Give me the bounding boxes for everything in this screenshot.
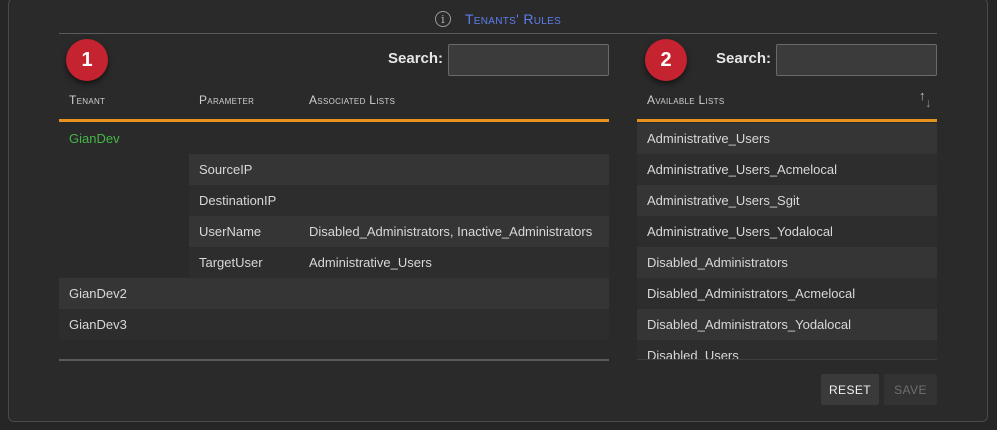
table-row[interactable]: DestinationIP — [189, 185, 609, 216]
column-header-associated-lists[interactable]: Associated Lists — [309, 93, 395, 107]
list-item-label: Disabled_Administrators_Yodalocal — [647, 317, 852, 332]
column-header-tenant[interactable]: Tenant — [69, 93, 105, 107]
parameter-cell: DestinationIP — [199, 193, 277, 208]
tenant-cell: GianDev2 — [69, 286, 127, 301]
page-title: Tenants' Rules — [464, 10, 562, 27]
list-item-label: Administrative_Users_Acmelocal — [647, 162, 838, 177]
list-item[interactable]: Disabled_Users — [637, 340, 937, 359]
list-bottom-border — [637, 359, 937, 360]
save-button[interactable]: Save — [884, 374, 937, 405]
list-item-label: Disabled_Administrators — [647, 255, 788, 270]
list-item-label: Administrative_Users_Yodalocal — [647, 224, 833, 239]
list-item[interactable]: Administrative_Users_Yodalocal — [637, 216, 937, 247]
column-header-available-lists[interactable]: Available Lists — [647, 93, 725, 107]
available-lists: Administrative_Users Administrative_Users… — [637, 122, 937, 359]
associated-lists-cell: Disabled_Administrators, Inactive_Admini… — [309, 224, 593, 239]
table-row[interactable]: GianDev — [59, 123, 609, 154]
panel-header: i Tenants' Rules — [59, 4, 937, 34]
list-item-label: Administrative_Users_Sgit — [647, 193, 800, 208]
step-badge-1: 1 — [66, 39, 108, 81]
list-item-label: Disabled_Users — [647, 348, 739, 359]
table-row[interactable]: SourceIP — [189, 154, 609, 185]
list-item[interactable]: Disabled_Administrators — [637, 247, 937, 278]
tenant-cell: GianDev3 — [69, 317, 127, 332]
sort-ascending-icon[interactable]: ↑ ↓ — [918, 88, 934, 110]
tenant-cell: GianDev — [69, 131, 120, 146]
table-bottom-border — [59, 359, 609, 361]
parameter-cell: UserName — [199, 224, 262, 239]
list-item[interactable]: Disabled_Administrators_Yodalocal — [637, 309, 937, 340]
table-row[interactable]: UserName Disabled_Administrators, Inactiv… — [189, 216, 609, 247]
associated-lists-cell: Administrative_Users — [309, 255, 432, 270]
list-item-label: Administrative_Users — [647, 131, 770, 146]
list-item[interactable]: Administrative_Users_Acmelocal — [637, 154, 937, 185]
reset-button[interactable]: Reset — [821, 374, 879, 405]
tenant-search-label: Search: — [388, 50, 444, 67]
parameter-cell: TargetUser — [199, 255, 263, 270]
table-row[interactable]: TargetUser Administrative_Users — [189, 247, 609, 278]
table-row[interactable]: GianDev3 — [59, 309, 609, 340]
step-badge-2: 2 — [645, 39, 687, 81]
table-row[interactable]: GianDev2 — [59, 278, 609, 309]
lists-search-input[interactable] — [776, 44, 937, 76]
list-item-label: Disabled_Administrators_Acmelocal — [647, 286, 856, 301]
parameter-cell: SourceIP — [199, 162, 253, 177]
column-header-parameter[interactable]: Parameter — [199, 93, 254, 107]
table-header-divider — [59, 119, 609, 122]
tenant-search-input[interactable] — [448, 44, 609, 76]
lists-search-label: Search: — [716, 50, 772, 67]
list-item[interactable]: Administrative_Users_Sgit — [637, 185, 937, 216]
list-item[interactable]: Disabled_Administrators_Acmelocal — [637, 278, 937, 309]
list-item[interactable]: Administrative_Users — [637, 123, 937, 154]
info-icon[interactable]: i — [434, 10, 451, 27]
